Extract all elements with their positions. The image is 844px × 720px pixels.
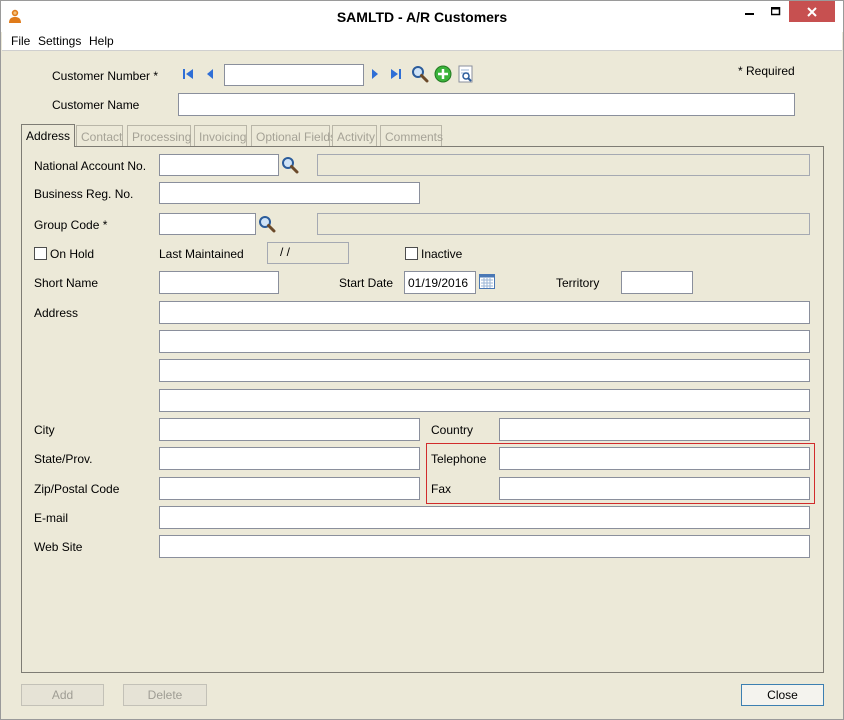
delete-button[interactable]: Delete [123,684,207,706]
tab-invoicing[interactable]: Invoicing [194,125,247,146]
national-account-input[interactable] [159,154,279,176]
zip-label: Zip/Postal Code [34,482,120,496]
national-account-label: National Account No. [34,159,147,173]
business-reg-label: Business Reg. No. [34,187,134,201]
tab-processing[interactable]: Processing [127,125,191,146]
close-icon [807,6,817,17]
territory-label: Territory [556,276,600,290]
group-code-finder-icon[interactable] [258,215,276,233]
tab-activity[interactable]: Activity [332,125,377,146]
customer-name-label: Customer Name [52,98,140,112]
maximize-button[interactable] [759,1,793,22]
inactive-checkbox[interactable] [405,247,418,260]
state-input[interactable] [159,447,420,470]
close-window-button[interactable] [789,1,835,22]
finder-icon[interactable] [411,65,429,83]
address-line-3-input[interactable] [159,359,810,382]
national-account-description [317,154,810,176]
national-account-finder-icon[interactable] [281,156,299,174]
start-date-input[interactable] [404,271,476,294]
customer-number-label: Customer Number * [52,69,159,83]
maximize-icon [771,6,781,15]
email-label: E-mail [34,511,69,525]
address-label: Address [34,306,79,320]
next-record-icon[interactable] [370,68,380,80]
zip-input[interactable] [159,477,420,500]
city-input[interactable] [159,418,420,441]
calendar-icon[interactable] [479,273,496,290]
menu-bar: File Settings Help [2,32,842,51]
tab-comments[interactable]: Comments [380,125,443,146]
email-input[interactable] [159,506,810,529]
tab-optional-fields[interactable]: Optional Fields [251,125,336,146]
tab-address[interactable]: Address [21,124,75,147]
short-name-label: Short Name [34,276,99,290]
territory-input[interactable] [621,271,693,294]
on-hold-checkbox[interactable] [34,247,47,260]
previous-record-icon[interactable] [205,68,215,80]
country-input[interactable] [499,418,810,441]
menu-settings[interactable]: Settings [38,34,81,48]
address-line-4-input[interactable] [159,389,810,412]
short-name-input[interactable] [159,271,279,294]
website-input[interactable] [159,535,810,558]
inactive-label: Inactive [421,247,463,261]
last-maintained-label: Last Maintained [159,247,244,261]
menu-help[interactable]: Help [89,34,114,48]
telephone-fax-highlight [426,443,815,504]
add-new-icon[interactable] [434,65,452,83]
menu-file[interactable]: File [11,34,30,48]
address-line-2-input[interactable] [159,330,810,353]
state-label: State/Prov. [34,452,93,466]
tab-contact[interactable]: Contact [76,125,123,146]
city-label: City [34,423,55,437]
on-hold-label: On Hold [50,247,95,261]
address-line-1-input[interactable] [159,301,810,324]
customer-number-input[interactable] [224,64,364,86]
required-note: * Required [738,64,795,78]
zoom-details-icon[interactable] [458,65,475,83]
group-code-label: Group Code * [34,218,108,232]
minimize-icon [745,12,754,15]
window-title: SAMLTD - A/R Customers [336,9,508,25]
close-button[interactable]: Close [741,684,824,706]
last-record-icon[interactable] [390,68,402,80]
title-bar: SAMLTD - A/R Customers [1,1,843,32]
add-button[interactable]: Add [21,684,104,706]
ar-customers-window: SAMLTD - A/R Customers File Settings Hel… [0,0,844,720]
website-label: Web Site [34,540,83,554]
group-code-input[interactable] [159,213,256,235]
group-code-description [317,213,810,235]
last-maintained-value: / / [267,242,349,264]
country-label: Country [431,423,474,437]
customer-name-input[interactable] [178,93,795,116]
business-reg-input[interactable] [159,182,420,204]
first-record-icon[interactable] [182,68,194,80]
start-date-label: Start Date [339,276,394,290]
